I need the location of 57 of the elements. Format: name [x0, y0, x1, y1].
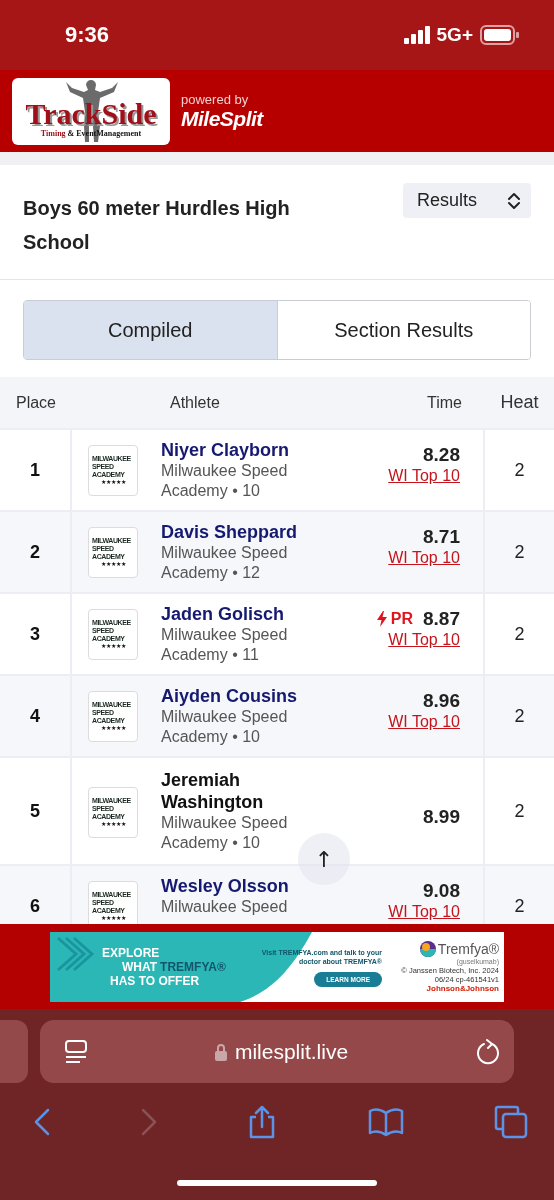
url-text: milesplit.live [234, 1039, 349, 1064]
reader-icon [65, 1039, 87, 1064]
ad-company-name: Johnson&Johnson [426, 984, 499, 993]
tab[interactable]: Compiled [24, 301, 277, 359]
athlete-link[interactable]: Niyer Clayborn [161, 439, 311, 461]
ranking-link[interactable]: WI Top 10 [388, 712, 460, 732]
tab[interactable]: Section Results [276, 301, 530, 359]
column-header: Place [15, 393, 57, 412]
athlete-link[interactable]: Jaden Golisch [161, 603, 311, 625]
school-text: Milwaukee Speed Academy • 10 [161, 707, 289, 747]
powered-by-text: powered by [181, 91, 250, 107]
time-text: 8.99 [423, 805, 460, 828]
network-label: 5G+ [436, 24, 473, 46]
reload-icon[interactable] [476, 1038, 500, 1065]
chevron-updown-icon [507, 191, 521, 210]
ranking-link[interactable]: WI Top 10 [388, 902, 460, 922]
school-text: Milwaukee Speed [161, 897, 289, 917]
lock-icon [214, 1042, 227, 1061]
ranking-link[interactable]: WI Top 10 [388, 548, 460, 568]
logo-timing: Timing [40, 128, 66, 138]
scroll-top-button[interactable]: ↑ [298, 833, 350, 885]
ad-headline: EXPLORE [102, 946, 161, 960]
time-text: 8.87 [423, 608, 460, 630]
athlete-link[interactable]: Davis Sheppard [161, 521, 311, 543]
ranking-link[interactable]: WI Top 10 [388, 466, 460, 486]
ad-headline-brand: TREMFYA® [160, 960, 226, 974]
column-header: Time [427, 393, 462, 412]
time-text: 9.08 [423, 880, 460, 902]
brand-logo-text[interactable]: MileSplit [181, 106, 263, 131]
ad-headline: HAS TO OFFER [109, 974, 201, 988]
clock-time: 9:36 [65, 22, 110, 48]
school-text: Milwaukee Speed Academy • 11 [161, 625, 289, 665]
share-icon[interactable] [247, 1105, 277, 1139]
book-icon[interactable] [367, 1107, 404, 1137]
ad-headline: WHAT [122, 960, 158, 974]
time-text: 8.71 [423, 526, 460, 548]
pr-label: PR [390, 610, 413, 628]
ranking-link[interactable]: WI Top 10 [388, 630, 460, 650]
ad-brand-name: Tremfya® [437, 941, 499, 957]
column-header: Heat [499, 392, 540, 413]
athlete-link[interactable]: Aiyden Cousins [161, 685, 311, 707]
back-icon[interactable] [34, 1108, 50, 1136]
athlete-name: Jeremiah Washington [161, 769, 265, 813]
brand-swirl-icon [419, 941, 436, 957]
event-title: Boys 60 meter Hurdles High School [23, 196, 291, 255]
battery-icon [480, 25, 520, 45]
time-text: 8.28 [423, 444, 460, 466]
address-bar[interactable]: milesplit.live [40, 1020, 514, 1083]
signal-icon [403, 26, 430, 44]
school-text: Milwaukee Speed Academy • 10 [161, 461, 289, 501]
tabs-icon[interactable] [494, 1105, 528, 1139]
time-text: 8.96 [423, 690, 460, 712]
column-header: Athlete [170, 393, 220, 412]
school-text: Milwaukee Speed Academy • 10 [161, 813, 289, 853]
lightning-icon [376, 611, 387, 627]
school-text: Milwaukee Speed Academy • 12 [161, 543, 289, 583]
view-select[interactable]: Results [402, 183, 531, 218]
